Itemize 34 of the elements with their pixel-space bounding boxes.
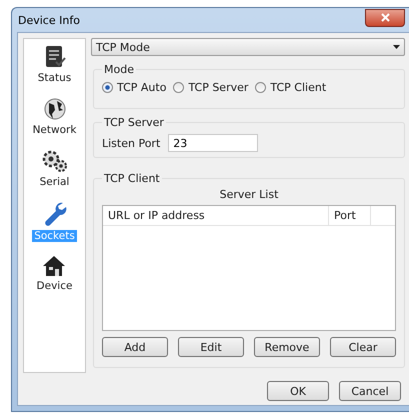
radio-label: TCP Auto [117,81,166,94]
list-button[interactable]: Clear [330,337,396,357]
list-button[interactable]: Remove [254,337,320,357]
sidebar-item[interactable]: Network [30,124,78,136]
wrench-icon [42,201,66,227]
window-title: Device Info [18,14,80,26]
radio-label: TCP Server [188,81,248,94]
close-button[interactable] [365,8,405,26]
list-button[interactable]: Add [102,337,168,357]
group-title: TCP Server [103,116,165,129]
radio-button[interactable] [102,82,113,93]
caret-icon [393,45,400,49]
clipboard-icon [44,45,66,69]
radio-button[interactable] [255,82,266,93]
column-header[interactable]: URL or IP address [103,206,329,225]
port-field[interactable]: 23 [168,134,258,152]
field-label: Listen Port [102,136,160,150]
list-button[interactable]: Edit [178,337,244,357]
house-icon [42,255,66,277]
dialog-button[interactable]: Cancel [339,381,401,401]
mode-dropdown[interactable]: TCP Mode [91,38,405,56]
close-icon [380,13,390,22]
sidebar-item[interactable]: Status [36,72,74,84]
column-header[interactable]: Port [329,206,371,225]
globe-icon [42,97,66,121]
group-title: Mode [103,63,135,76]
sidebar-item[interactable]: Device [34,280,74,292]
list-title: Server List [220,188,278,201]
gears-icon [42,149,68,173]
dialog-button[interactable]: OK [267,381,329,401]
radio-label: TCP Client [270,81,326,94]
group-title: TCP Client [103,172,161,185]
radio-button[interactable] [173,82,184,93]
sidebar-item[interactable]: Serial [38,176,72,188]
